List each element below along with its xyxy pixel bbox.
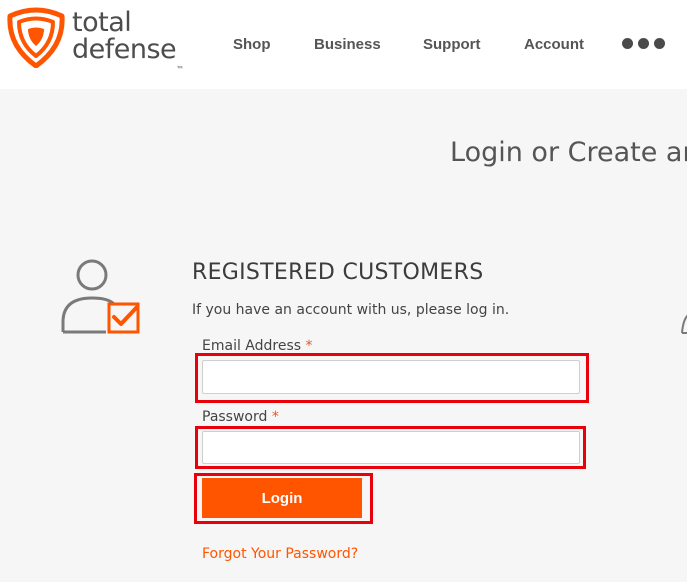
email-label: Email Address * [202, 338, 313, 354]
nav-business[interactable]: Business [314, 36, 381, 53]
more-dots-icon[interactable] [622, 38, 666, 50]
logo-wordmark: total defense™ [72, 7, 184, 74]
password-field[interactable] [202, 431, 580, 464]
email-required-mark: * [305, 338, 313, 354]
registered-customers-heading: REGISTERED CUSTOMERS [192, 260, 484, 285]
logo-line-defense: defense [72, 34, 177, 65]
new-customer-icon [681, 314, 687, 334]
nav-support[interactable]: Support [423, 36, 481, 53]
email-label-text: Email Address [202, 338, 302, 354]
password-required-mark: * [271, 409, 279, 425]
page-title: Login or Create ar [450, 137, 687, 168]
password-label: Password * [202, 409, 279, 425]
nav-shop[interactable]: Shop [233, 36, 271, 53]
login-button[interactable]: Login [202, 478, 362, 518]
trademark-symbol: ™ [176, 65, 185, 74]
email-field[interactable] [202, 360, 580, 394]
user-checkbox-icon [61, 259, 140, 334]
shield-logo-icon [7, 7, 65, 68]
password-label-text: Password [202, 409, 268, 425]
registered-intro-text: If you have an account with us, please l… [192, 302, 510, 318]
forgot-password-link[interactable]: Forgot Your Password? [202, 546, 358, 562]
total-defense-logo[interactable]: total defense™ [6, 6, 196, 74]
site-header: total defense™ Shop Business Support Acc… [0, 0, 687, 89]
nav-account[interactable]: Account [524, 36, 584, 53]
logo-line-total: total [72, 7, 132, 38]
